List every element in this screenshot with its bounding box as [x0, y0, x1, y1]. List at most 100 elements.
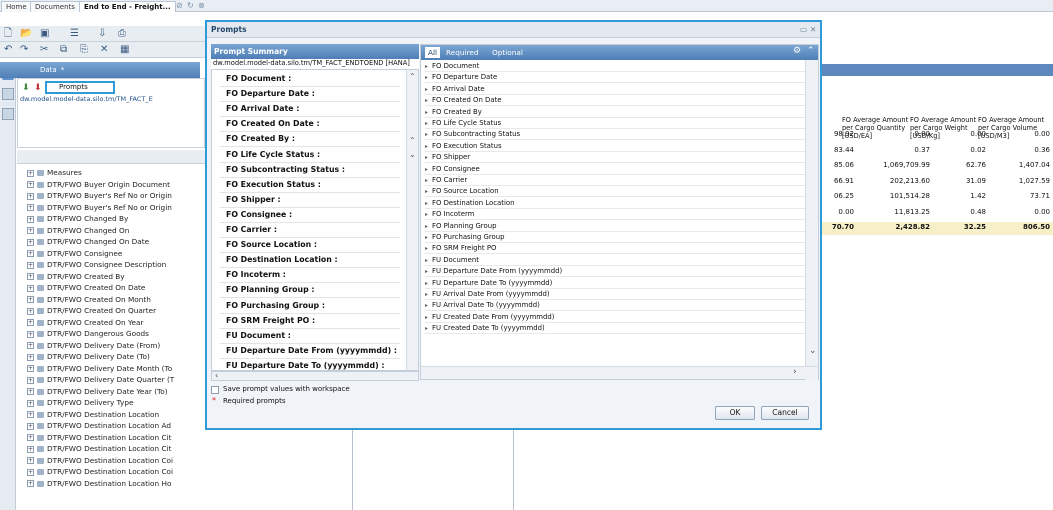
expand-arrow-icon[interactable]: ▸ — [425, 131, 428, 138]
summary-prompt-item[interactable]: FO Consignee : — [226, 210, 292, 219]
expand-icon[interactable]: + — [27, 445, 34, 453]
expand-arrow-icon[interactable]: ▸ — [425, 302, 428, 309]
print-icon[interactable]: ☰ — [70, 29, 79, 39]
expand-icon[interactable]: + — [27, 342, 34, 349]
tree-item[interactable]: + DTR/FWO Destination Location Coi — [27, 467, 173, 476]
summary-prompt-item[interactable]: FO Purchasing Group : — [226, 301, 325, 310]
summary-prompt-item[interactable]: FO Incoterm : — [226, 270, 286, 279]
tree-item[interactable]: + DTR/FWO Buyer's Ref No or Origin — [27, 191, 172, 200]
scroll-up-icon[interactable]: ⌃ — [409, 72, 416, 81]
tree-item[interactable]: + DTR/FWO Destination Location Cit — [27, 444, 171, 453]
expand-arrow-icon[interactable]: ▸ — [425, 291, 428, 298]
expand-icon[interactable]: + — [27, 365, 34, 372]
expand-icon[interactable]: + — [27, 422, 34, 430]
expand-arrow-icon[interactable]: ▸ — [425, 120, 428, 127]
expand-arrow-icon[interactable]: ▸ — [425, 166, 428, 173]
delete-icon[interactable]: ✕ — [100, 45, 108, 55]
expand-icon[interactable]: + — [27, 330, 34, 338]
tree-item[interactable]: + DTR/FWO Destination Location Ho — [27, 479, 171, 488]
expand-icon[interactable]: + — [27, 261, 34, 269]
tree-item[interactable]: + DTR/FWO Changed On Date — [27, 237, 149, 246]
prompt-list-item[interactable]: ▸ FO Subcontracting Status — [425, 129, 805, 141]
prompt-list-item[interactable]: ▸ FO Carrier — [425, 175, 805, 186]
prompt-list-item[interactable]: ▸ FO Incoterm — [425, 209, 805, 221]
prompt-list-item[interactable]: ▸ FO Created By — [425, 107, 805, 118]
tree-item[interactable]: + DTR/FWO Changed By — [27, 214, 128, 223]
collapse-icon[interactable]: ⌃ — [807, 46, 815, 56]
tree-item[interactable]: + DTR/FWO Created On Quarter — [27, 306, 156, 315]
expand-arrow-icon[interactable]: ▸ — [425, 211, 428, 218]
prompt-list-item[interactable]: ▸ FO Consignee — [425, 164, 805, 175]
summary-prompt-item[interactable]: FO Carrier : — [226, 225, 277, 234]
prompt-list-item[interactable]: ▸ FO Arrival Date — [425, 84, 805, 95]
refresh-icon[interactable]: ↻ — [187, 1, 194, 10]
expand-arrow-icon[interactable]: ▸ — [425, 268, 428, 275]
summary-prompt-item[interactable]: FO Life Cycle Status : — [226, 150, 320, 159]
expand-arrow-icon[interactable]: ▸ — [425, 109, 428, 116]
tree-item[interactable]: + DTR/FWO Created On Year — [27, 318, 143, 327]
expand-arrow-icon[interactable]: ▸ — [425, 325, 428, 332]
tree-item[interactable]: + DTR/FWO Destination Location Coi — [27, 456, 173, 465]
tree-item[interactable]: + DTR/FWO Created On Month — [27, 295, 151, 304]
settings-icon[interactable]: ⚙ — [793, 46, 801, 56]
summary-prompt-item[interactable]: FO Execution Status : — [226, 180, 321, 189]
expand-icon[interactable]: + — [27, 388, 34, 395]
add-icon[interactable]: ⬇ — [22, 83, 30, 93]
expand-icon[interactable]: + — [27, 181, 34, 188]
expand-arrow-icon[interactable]: ▸ — [425, 200, 428, 207]
filter-tab-all[interactable]: All — [425, 47, 441, 58]
summary-vertical-scrollbar[interactable]: ⌃ ⌃ ⌄ — [406, 70, 418, 370]
undo-icon[interactable]: ↶ — [4, 45, 12, 55]
summary-prompt-item[interactable]: FU Departure Date From (yyyymmdd) : — [226, 346, 397, 355]
summary-prompt-item[interactable]: FO Arrival Date : — [226, 104, 299, 113]
tab-end-to-end[interactable]: End to End - Freight... — [79, 1, 176, 12]
filter-panel-icon[interactable] — [2, 108, 14, 120]
tree-item[interactable]: + DTR/FWO Delivery Date (From) — [27, 341, 160, 350]
tree-item[interactable]: + DTR/FWO Delivery Date Month (To — [27, 364, 172, 373]
new-document-icon[interactable]: 🗋 — [4, 29, 12, 39]
remove-icon[interactable]: ⬇ — [34, 83, 42, 93]
prompt-list-item[interactable]: ▸ FU Departure Date From (yyyymmdd) — [425, 266, 805, 278]
maximize-icon[interactable]: ▭ — [800, 22, 807, 38]
expand-icon[interactable]: + — [27, 353, 34, 361]
filter-tab-required[interactable]: Required — [443, 47, 481, 58]
summary-prompt-item[interactable]: FO Subcontracting Status : — [226, 165, 345, 174]
summary-prompt-item[interactable]: FO Planning Group : — [226, 285, 315, 294]
prompt-list-hscroll[interactable]: › — [421, 366, 818, 379]
expand-icon[interactable]: + — [27, 273, 34, 280]
summary-prompt-item[interactable]: FO SRM Freight PO : — [226, 316, 315, 325]
structure-icon[interactable] — [2, 88, 14, 100]
summary-prompt-item[interactable]: FO Created On Date : — [226, 119, 320, 128]
summary-prompt-item[interactable]: FO Departure Date : — [226, 89, 315, 98]
tab-documents[interactable]: Documents — [30, 1, 80, 12]
export-icon[interactable]: ⇩ — [98, 29, 106, 39]
expand-arrow-icon[interactable]: ▸ — [425, 234, 428, 241]
expand-icon[interactable]: + — [27, 227, 34, 234]
expand-icon[interactable]: + — [27, 376, 34, 384]
paste-icon[interactable]: ⎘ — [80, 45, 88, 55]
expand-icon[interactable]: + — [27, 434, 34, 441]
tree-item[interactable]: + Measures — [27, 168, 82, 177]
prompt-list-item[interactable]: ▸ FO Purchasing Group — [425, 232, 805, 243]
prompt-list-item[interactable]: ▸ FO Life Cycle Status — [425, 118, 805, 129]
scroll-right-icon[interactable]: › — [793, 367, 797, 377]
scroll-left-icon[interactable]: ‹ — [215, 371, 218, 380]
prompt-list-item[interactable]: ▸ FO Execution Status — [425, 141, 805, 152]
scroll-mid-up-icon[interactable]: ⌃ — [409, 136, 416, 145]
tree-item[interactable]: + DTR/FWO Buyer's Ref No or Origin — [27, 203, 172, 212]
tree-item[interactable]: + DTR/FWO Delivery Date Year (To) — [27, 387, 168, 396]
expand-arrow-icon[interactable]: ▸ — [425, 177, 428, 184]
prompt-list-item[interactable]: ▸ FO Shipper — [425, 152, 805, 164]
close-icon[interactable]: ✕ — [810, 22, 816, 38]
tree-item[interactable]: + DTR/FWO Delivery Date (To) — [27, 352, 150, 361]
expand-arrow-icon[interactable]: ▸ — [425, 74, 428, 81]
prompt-list-item[interactable]: ▸ FO Source Location — [425, 186, 805, 198]
prompt-list-item[interactable]: ▸ FO Document — [425, 61, 805, 72]
prompt-list-item[interactable]: ▸ FO Planning Group — [425, 221, 805, 232]
expand-icon[interactable]: + — [27, 319, 34, 326]
prompt-list-item[interactable]: ▸ FO Destination Location — [425, 198, 805, 209]
expand-icon[interactable]: + — [27, 307, 34, 315]
expand-arrow-icon[interactable]: ▸ — [425, 223, 428, 230]
summary-prompt-item[interactable]: FO Created By : — [226, 134, 295, 143]
expand-icon[interactable]: + — [27, 204, 34, 211]
